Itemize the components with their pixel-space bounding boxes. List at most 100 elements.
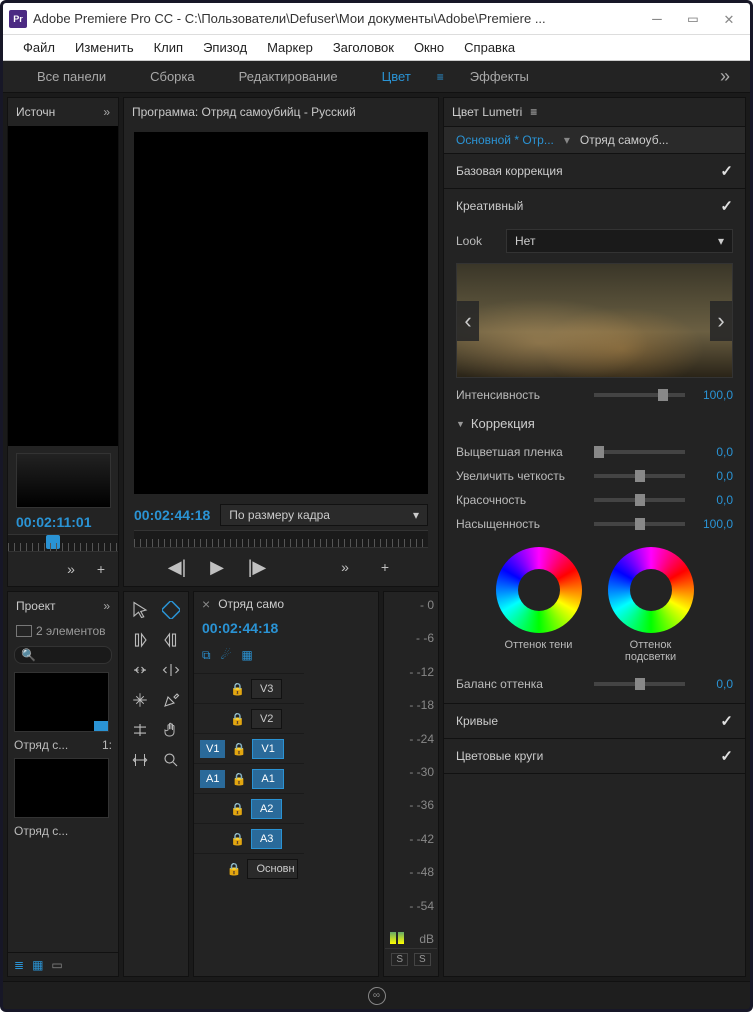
program-stage[interactable] xyxy=(134,132,428,494)
hand-tool-icon[interactable] xyxy=(159,718,183,742)
creative-check-icon[interactable]: ✓ xyxy=(720,197,733,215)
menu-title[interactable]: Заголовок xyxy=(323,37,404,58)
color-wheels-check-icon[interactable]: ✓ xyxy=(720,747,733,765)
rolling-edit-tool-icon[interactable] xyxy=(159,658,183,682)
intensity-slider[interactable] xyxy=(594,393,685,397)
creative-header[interactable]: Креативный ✓ xyxy=(444,189,745,223)
highlight-tint-disc[interactable] xyxy=(608,547,694,633)
faded-value[interactable]: 0,0 xyxy=(693,445,733,459)
minimize-button[interactable]: — xyxy=(642,9,672,29)
program-add-icon[interactable]: + xyxy=(374,556,396,578)
workspace-color[interactable]: Цвет xyxy=(360,61,433,93)
track-main-label[interactable]: Основн xyxy=(247,859,298,879)
program-timecode[interactable]: 00:02:44:18 xyxy=(134,507,210,523)
track-a1-label[interactable]: A1 xyxy=(252,769,283,789)
program-more-icon[interactable]: » xyxy=(334,556,356,578)
source-add-icon[interactable]: + xyxy=(90,558,112,580)
workspace-expand-icon[interactable]: » xyxy=(712,66,738,87)
project-item-2-thumb[interactable] xyxy=(14,758,109,818)
track-a3-label[interactable]: A3 xyxy=(251,829,282,849)
intensity-value[interactable]: 100,0 xyxy=(693,388,733,402)
workspace-color-menu-icon[interactable]: ≡ xyxy=(433,70,448,84)
source-timecode[interactable]: 00:02:11:01 xyxy=(8,510,118,534)
menu-marker[interactable]: Маркер xyxy=(257,37,323,58)
menu-help[interactable]: Справка xyxy=(454,37,525,58)
slide-tool-icon[interactable] xyxy=(128,748,152,772)
track-select-forward-icon[interactable] xyxy=(128,628,152,652)
step-forward-button[interactable]: |▶ xyxy=(246,556,268,578)
track-v2-label[interactable]: V2 xyxy=(251,709,282,729)
curves-header[interactable]: Кривые ✓ xyxy=(444,704,745,738)
basic-correction-header[interactable]: Базовая коррекция ✓ xyxy=(444,154,745,188)
basic-correction-check-icon[interactable]: ✓ xyxy=(720,162,733,180)
program-zoom-select[interactable]: По размеру кадра ▾ xyxy=(220,504,428,526)
look-next-button[interactable]: › xyxy=(710,301,732,341)
sharpen-value[interactable]: 0,0 xyxy=(693,469,733,483)
vibrance-slider[interactable] xyxy=(594,498,685,502)
source-thumb[interactable] xyxy=(8,450,118,510)
lock-icon[interactable]: 🔒 xyxy=(230,712,245,726)
workspace-assembly[interactable]: Сборка xyxy=(128,61,217,93)
link-icon[interactable]: ☄ xyxy=(221,648,232,663)
source-ruler[interactable] xyxy=(8,534,118,552)
workspace-editing[interactable]: Редактирование xyxy=(217,61,360,93)
src-v1-label[interactable]: V1 xyxy=(200,740,225,758)
workspace-effects[interactable]: Эффекты xyxy=(448,61,551,93)
project-expand-icon[interactable]: » xyxy=(103,599,110,613)
curves-check-icon[interactable]: ✓ xyxy=(720,712,733,730)
zoom-tool-icon[interactable] xyxy=(159,748,183,772)
vibrance-value[interactable]: 0,0 xyxy=(693,493,733,507)
source-stage[interactable] xyxy=(8,126,118,446)
step-back-button[interactable]: ◀| xyxy=(166,556,188,578)
look-select[interactable]: Нет ▾ xyxy=(506,229,733,253)
saturation-value[interactable]: 100,0 xyxy=(693,517,733,531)
close-button[interactable]: ✕ xyxy=(714,9,744,29)
menu-clip[interactable]: Клип xyxy=(144,37,193,58)
solo-r-button[interactable]: S xyxy=(414,953,431,966)
track-v3-label[interactable]: V3 xyxy=(251,679,282,699)
lock-icon[interactable]: 🔒 xyxy=(230,802,245,816)
adjustments-subhead[interactable]: Коррекция xyxy=(456,412,733,435)
tint-balance-slider[interactable] xyxy=(594,682,685,686)
project-view-icons-icon[interactable]: ▦ xyxy=(32,958,43,972)
lock-icon[interactable]: 🔒 xyxy=(230,682,245,696)
track-select-backward-icon[interactable] xyxy=(159,628,183,652)
track-select-tool-icon[interactable] xyxy=(159,598,183,622)
lumetri-menu-icon[interactable]: ≡ xyxy=(530,105,537,119)
rate-stretch-tool-icon[interactable] xyxy=(128,688,152,712)
menu-file[interactable]: Файл xyxy=(13,37,65,58)
project-view-free-icon[interactable]: ▭ xyxy=(51,958,62,972)
sharpen-slider[interactable] xyxy=(594,474,685,478)
timeline-timecode[interactable]: 00:02:44:18 xyxy=(194,616,304,644)
markers-icon[interactable]: ▦ xyxy=(241,648,252,663)
selection-tool-icon[interactable] xyxy=(128,598,152,622)
ripple-edit-tool-icon[interactable] xyxy=(128,658,152,682)
breadcrumb-clip[interactable]: Отряд самоуб... xyxy=(576,131,673,149)
search-input[interactable]: 🔍 xyxy=(14,646,112,664)
lock-icon[interactable]: 🔒 xyxy=(226,862,241,876)
menu-window[interactable]: Окно xyxy=(404,37,454,58)
saturation-slider[interactable] xyxy=(594,522,685,526)
project-item-1-thumb[interactable] xyxy=(14,672,109,732)
program-ruler[interactable] xyxy=(134,530,428,548)
menu-edit[interactable]: Изменить xyxy=(65,37,144,58)
lock-icon[interactable]: 🔒 xyxy=(231,742,246,756)
color-wheels-header[interactable]: Цветовые круги ✓ xyxy=(444,739,745,773)
creative-cloud-icon[interactable]: ∞ xyxy=(368,987,386,1005)
slip-tool-icon[interactable] xyxy=(128,718,152,742)
breadcrumb-master[interactable]: Основной * Отр... xyxy=(452,131,558,149)
faded-slider[interactable] xyxy=(594,450,685,454)
solo-l-button[interactable]: S xyxy=(391,953,408,966)
timeline-close-icon[interactable]: × xyxy=(202,596,210,612)
project-view-list-icon[interactable]: ≣ xyxy=(14,958,24,972)
maximize-button[interactable]: ▭ xyxy=(678,9,708,29)
look-prev-button[interactable]: ‹ xyxy=(457,301,479,341)
tint-balance-value[interactable]: 0,0 xyxy=(693,677,733,691)
chevron-down-icon[interactable]: ▾ xyxy=(564,133,570,147)
pen-tool-icon[interactable] xyxy=(159,688,183,712)
menu-sequence[interactable]: Эпизод xyxy=(193,37,257,58)
source-more-icon[interactable]: » xyxy=(60,558,82,580)
workspace-all[interactable]: Все панели xyxy=(15,61,128,93)
track-v1-label[interactable]: V1 xyxy=(252,739,283,759)
track-a2-label[interactable]: A2 xyxy=(251,799,282,819)
